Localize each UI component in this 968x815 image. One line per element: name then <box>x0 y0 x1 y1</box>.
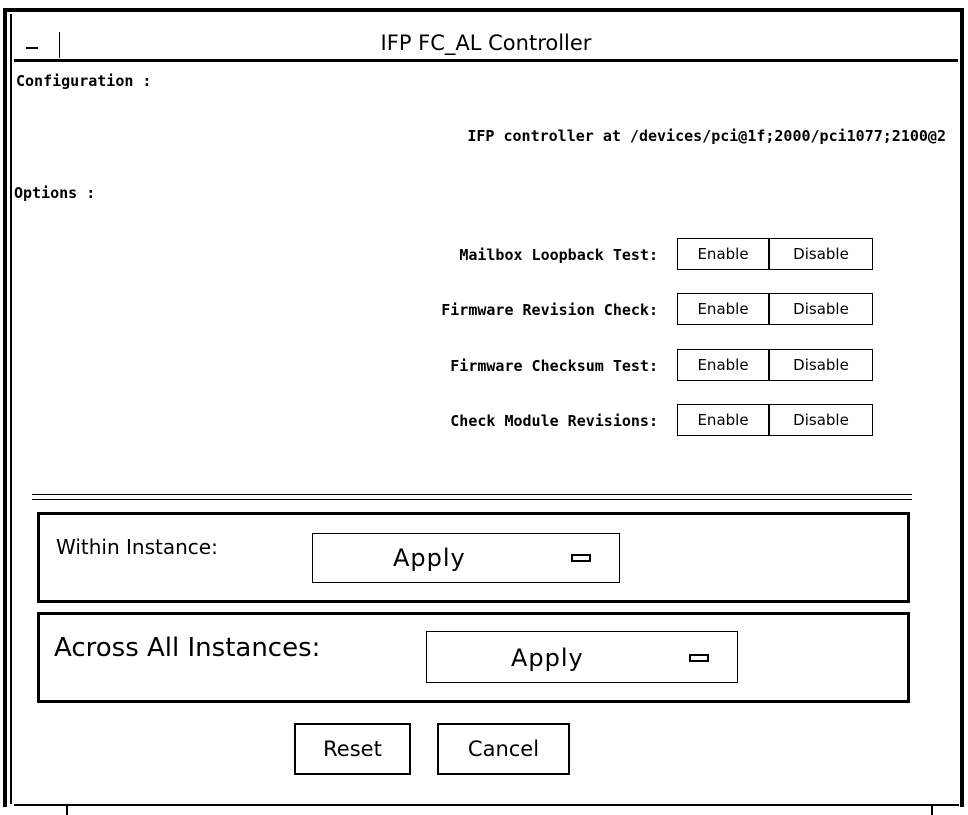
bottom-tick-left <box>66 806 68 815</box>
window-inner-border <box>10 14 12 804</box>
controller-path: IFP controller at /devices/pci@1f;2000/p… <box>467 127 946 145</box>
across-instances-value: Apply <box>511 644 584 672</box>
check-module-revisions-toggle: Enable Disable <box>677 404 873 436</box>
mailbox-loopback-disable-button[interactable]: Disable <box>770 239 872 269</box>
firmware-revision-disable-button[interactable]: Disable <box>770 294 872 324</box>
within-instance-label: Within Instance: <box>56 535 218 559</box>
within-instance-group: Within Instance: Apply <box>37 512 910 603</box>
mailbox-loopback-enable-button[interactable]: Enable <box>678 239 770 269</box>
check-module-revisions-enable-button[interactable]: Enable <box>678 405 770 435</box>
menu-indicator-icon <box>571 554 591 562</box>
mailbox-loopback-toggle: Enable Disable <box>677 238 873 270</box>
option-label-mailbox-loopback: Mailbox Loopback Test: <box>459 246 658 264</box>
across-instances-group: Across All Instances: Apply <box>37 612 910 703</box>
across-instances-label: Across All Instances: <box>54 633 321 663</box>
firmware-checksum-disable-button[interactable]: Disable <box>770 350 872 380</box>
within-instance-menu-button[interactable]: Apply <box>312 533 620 583</box>
options-heading: Options : <box>14 184 96 202</box>
option-label-check-module-revisions: Check Module Revisions: <box>450 412 658 430</box>
window-title: IFP FC_AL Controller <box>380 31 592 55</box>
separator-line <box>32 494 912 495</box>
option-label-firmware-checksum: Firmware Checksum Test: <box>450 357 658 375</box>
cancel-button[interactable]: Cancel <box>437 723 570 775</box>
menu-indicator-icon <box>689 654 709 662</box>
firmware-checksum-toggle: Enable Disable <box>677 349 873 381</box>
bottom-tick-right <box>931 806 933 815</box>
title-bar: IFP FC_AL Controller <box>14 28 958 62</box>
option-label-firmware-revision: Firmware Revision Check: <box>441 301 658 319</box>
check-module-revisions-disable-button[interactable]: Disable <box>770 405 872 435</box>
window-bottom-border <box>14 804 959 806</box>
across-instances-menu-button[interactable]: Apply <box>426 631 738 683</box>
configuration-heading: Configuration : <box>16 72 152 90</box>
within-instance-value: Apply <box>393 544 466 572</box>
separator-line-second <box>32 499 912 500</box>
firmware-revision-toggle: Enable Disable <box>677 293 873 325</box>
firmware-revision-enable-button[interactable]: Enable <box>678 294 770 324</box>
reset-button[interactable]: Reset <box>294 723 411 775</box>
firmware-checksum-enable-button[interactable]: Enable <box>678 350 770 380</box>
